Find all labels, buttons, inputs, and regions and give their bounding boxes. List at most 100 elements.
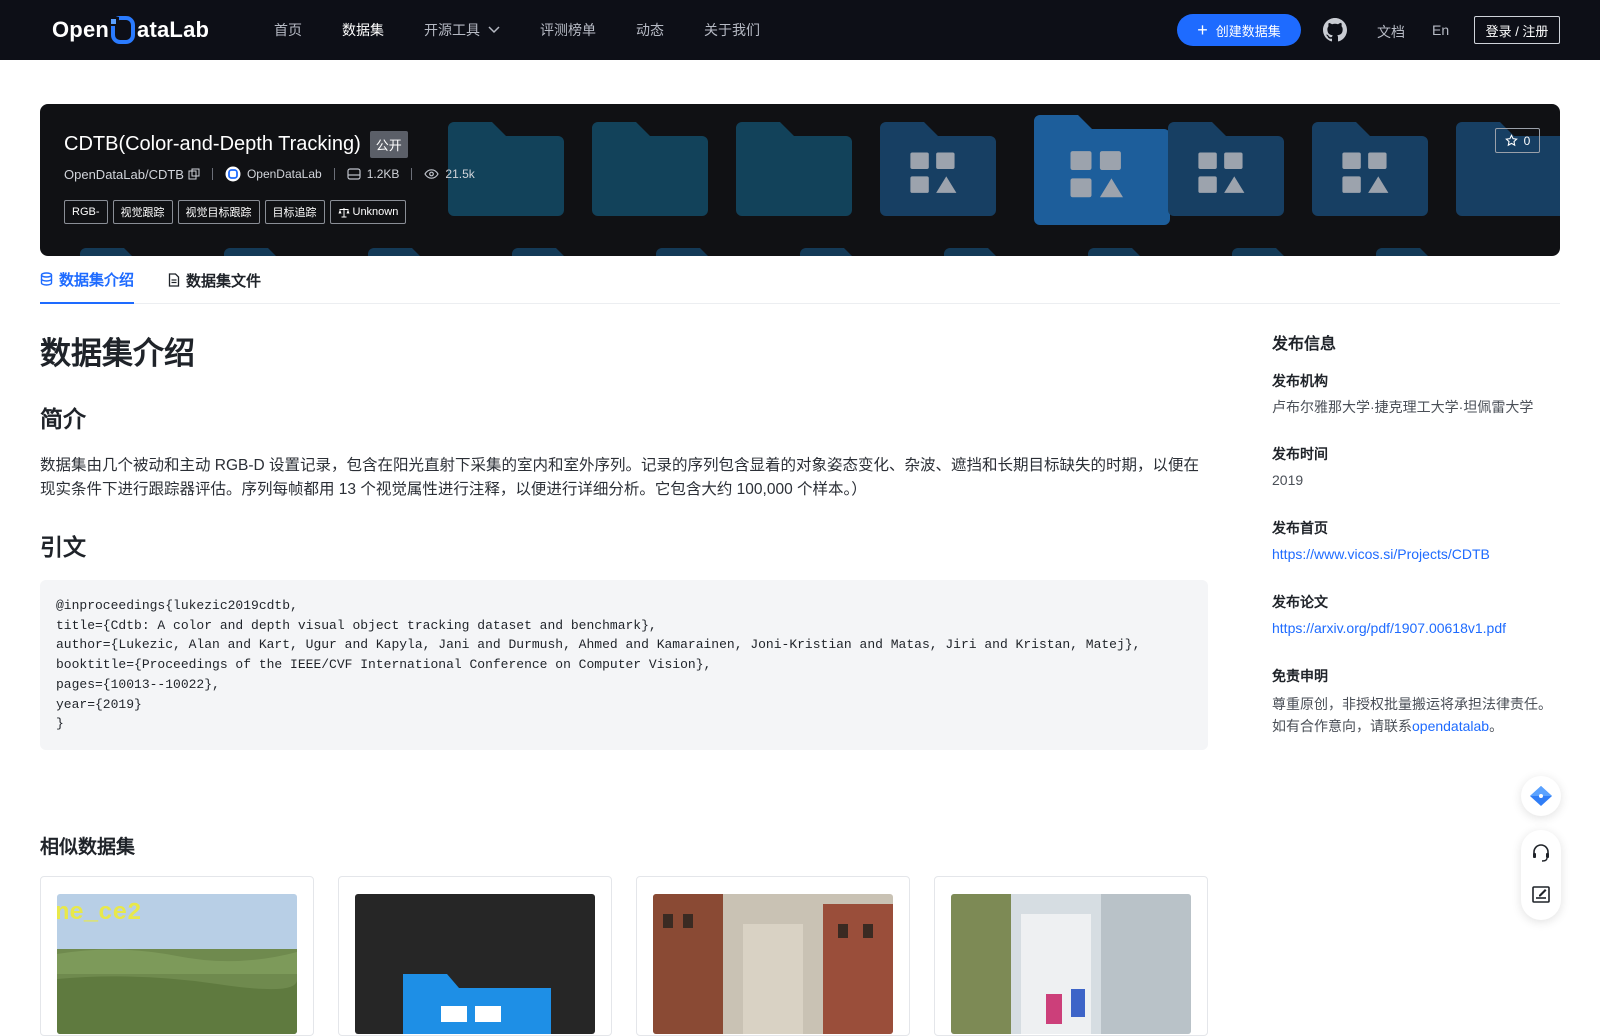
time-label: 发布时间 [1272, 446, 1328, 462]
folder-icon [224, 248, 340, 256]
tag[interactable]: 视觉目标跟踪 [177, 200, 260, 224]
thumbnail-caption: ne_ce2 [57, 900, 141, 927]
similar-dataset-card[interactable] [934, 876, 1208, 1036]
folder-icon [512, 248, 628, 256]
tag[interactable]: 目标追踪 [264, 200, 325, 224]
dataset-size: 1.2KB [347, 167, 400, 181]
tab-dataset-intro[interactable]: 数据集介绍 [40, 256, 135, 304]
folder-icon [656, 248, 772, 256]
folder-icon [1232, 248, 1348, 256]
view-count: 21.5k [424, 167, 475, 181]
disclaimer-suffix: 。 [1489, 718, 1504, 734]
intro-heading: 简介 [40, 406, 86, 432]
dataset-banner: CDTB(Color-and-Depth Tracking) 公开 OpenDa… [40, 104, 1560, 256]
tab-dataset-files[interactable]: 数据集文件 [168, 256, 261, 304]
star-count: 0 [1523, 133, 1531, 148]
paper-link[interactable]: https://arxiv.org/pdf/1907.00618v1.pdf [1272, 617, 1560, 639]
nav-opensource-tools-label: 开源工具 [424, 22, 480, 38]
create-dataset-label: 创建数据集 [1215, 23, 1281, 39]
eye-icon [424, 169, 440, 179]
storage-icon [347, 168, 361, 180]
publisher-name: OpenDataLab [246, 167, 322, 181]
top-navbar: Open ataLab 首页 数据集 开源工具 评测榜单 动态 关于我们 + 创… [0, 0, 1600, 60]
tag[interactable]: 视觉跟踪 [112, 200, 173, 224]
dataset-thumbnail [355, 894, 595, 1034]
login-register-button[interactable]: 登录 / 注册 [1474, 16, 1560, 44]
homepage-link[interactable]: https://www.vicos.si/Projects/CDTB [1272, 543, 1560, 565]
folder-icon [368, 248, 484, 256]
nav-datasets-label: 数据集 [342, 22, 384, 38]
size-value: 1.2KB [366, 167, 400, 181]
star-icon [1504, 134, 1518, 147]
citation-code-block[interactable]: @inproceedings{lukezic2019cdtb, title={C… [40, 580, 1208, 750]
folder-icon [1088, 248, 1204, 256]
logo-d-icon [110, 16, 136, 44]
folder-icon [880, 122, 996, 216]
scale-icon [338, 207, 349, 217]
dataset-tabs: 数据集介绍 数据集文件 [40, 256, 1560, 304]
nav-news-label: 动态 [636, 22, 664, 38]
license-label: Unknown [352, 206, 399, 218]
publish-info-title: 发布信息 [1272, 336, 1337, 353]
docs-link[interactable]: 文档 [1377, 22, 1405, 42]
folder-icon [1034, 115, 1170, 225]
nav-home[interactable]: 首页 [274, 20, 302, 40]
meta-divider [411, 168, 413, 180]
tag[interactable]: RGB- [64, 200, 108, 224]
nav-home-label: 首页 [274, 22, 302, 38]
homepage-label: 发布首页 [1272, 520, 1328, 536]
nav-leaderboard-label: 评测榜单 [540, 22, 596, 38]
github-icon[interactable] [1323, 18, 1347, 42]
logo-text-right: ataLab [137, 17, 210, 42]
create-dataset-button[interactable]: + 创建数据集 [1177, 14, 1301, 46]
tab-dataset-intro-label: 数据集介绍 [59, 271, 135, 289]
headset-icon[interactable] [1531, 843, 1551, 863]
dataset-title: CDTB(Color-and-Depth Tracking) [64, 133, 361, 155]
publisher[interactable]: OpenDataLab [225, 166, 322, 182]
nav-opensource-tools[interactable]: 开源工具 [424, 20, 500, 40]
nav-news[interactable]: 动态 [636, 20, 664, 40]
floating-toolbar [1521, 830, 1561, 920]
folder-icon [592, 122, 708, 216]
opendatalab-avatar-icon [225, 166, 241, 182]
language-switch[interactable]: En [1432, 22, 1449, 38]
similar-dataset-card[interactable] [636, 876, 910, 1036]
nav-datasets[interactable]: 数据集 [342, 20, 384, 40]
dataset-thumbnail [951, 894, 1191, 1034]
contact-link[interactable]: opendatalab [1412, 718, 1489, 734]
ai-assistant-icon [1530, 786, 1552, 806]
plus-icon: + [1197, 20, 1208, 40]
disclaimer-prefix: 如有合作意向，请联系 [1272, 718, 1412, 734]
intro-text: 数据集由几个被动和主动 RGB-D 设置记录，包含在阳光直射下采集的室内和室外序… [40, 457, 1200, 498]
tab-dataset-files-label: 数据集文件 [186, 272, 262, 290]
page-title: 数据集介绍 [40, 336, 195, 371]
similar-datasets-heading: 相似数据集 [40, 837, 136, 858]
meta-divider [333, 168, 335, 180]
copy-icon[interactable] [188, 168, 200, 180]
file-icon [168, 273, 180, 287]
main-nav: 首页 数据集 开源工具 评测榜单 动态 关于我们 [274, 0, 800, 60]
folder-icon [736, 122, 852, 216]
chevron-down-icon [488, 26, 500, 34]
ai-assistant-button[interactable] [1521, 776, 1561, 816]
similar-dataset-card[interactable]: ne_ce2 [40, 876, 314, 1036]
disclaimer-label: 免责申明 [1272, 668, 1328, 684]
disclaimer-line1: 尊重原创，非授权批量搬运将承担法律责任。 [1272, 696, 1552, 712]
nav-about[interactable]: 关于我们 [704, 20, 760, 40]
star-button[interactable]: 0 [1495, 128, 1540, 153]
org-label: 发布机构 [1272, 373, 1328, 389]
logo[interactable]: Open ataLab [52, 16, 209, 44]
similar-dataset-card[interactable] [338, 876, 612, 1036]
citation-code: @inproceedings{lukezic2019cdtb, title={C… [56, 598, 1141, 732]
feedback-icon[interactable] [1531, 884, 1551, 904]
dataset-meta: OpenDataLab/CDTB OpenDataLab 1.2KB 21.5k [64, 166, 475, 182]
folder-icon [80, 248, 196, 256]
repo-path: OpenDataLab/CDTB [64, 166, 184, 182]
nav-leaderboard[interactable]: 评测榜单 [540, 20, 596, 40]
dataset-thumbnail [653, 894, 893, 1034]
license-tag[interactable]: Unknown [329, 200, 407, 224]
database-icon [40, 272, 53, 286]
org-value: 卢布尔雅那大学·捷克理工大学·坦佩雷大学 [1272, 399, 1534, 415]
disclaimer-line2: 如有合作意向，请联系opendatalab。 [1272, 715, 1560, 737]
folder-icon [1312, 122, 1428, 216]
